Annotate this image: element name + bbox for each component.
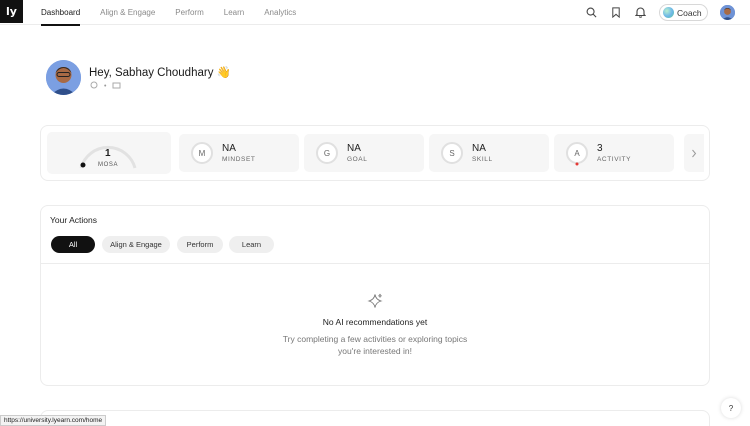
nav-item-dashboard[interactable]: Dashboard: [41, 0, 81, 26]
profile-meta-row: •: [90, 81, 121, 91]
stat-tile-goal[interactable]: G NA GOAL: [304, 134, 424, 172]
activity-label: ACTIVITY: [597, 156, 632, 163]
status-bar-url: https://university.lyearn.com/home: [0, 415, 107, 426]
greeting-text: Hey, Sabhay Choudhary: [89, 67, 214, 79]
filter-chip-perform[interactable]: Perform: [177, 236, 223, 253]
skill-value: NA: [472, 143, 486, 154]
badge-icon: [112, 81, 121, 91]
mindset-value: NA: [222, 143, 236, 154]
mindset-label: MINDSET: [222, 156, 256, 163]
empty-state-text: Try completing a few activities or explo…: [282, 334, 468, 356]
nav-item-align-engage[interactable]: Align & Engage: [100, 0, 155, 25]
mosa-value: 1: [105, 148, 111, 159]
meta-separator-dot: •: [104, 82, 107, 90]
stats-next-button[interactable]: [684, 134, 704, 172]
coach-button[interactable]: Coach: [659, 4, 708, 21]
activity-value: 3: [597, 143, 603, 154]
stat-tile-activity[interactable]: A 3 ACTIVITY: [554, 134, 674, 172]
bookmark-icon[interactable]: [610, 6, 622, 18]
main-nav: Dashboard Align & Engage Perform Learn A…: [41, 0, 316, 26]
mosa-label: MOSA: [98, 162, 119, 168]
chevron-right-icon: [692, 149, 697, 157]
actions-divider: [41, 263, 709, 264]
search-icon[interactable]: [585, 6, 597, 18]
skill-label: SKILL: [472, 156, 493, 163]
goal-label: GOAL: [347, 156, 368, 163]
next-section-card: [40, 410, 710, 426]
sparkle-icon: [367, 293, 383, 309]
nav-item-analytics[interactable]: Analytics: [264, 0, 296, 25]
goal-badge-icon: G: [316, 142, 338, 164]
filter-chip-learn[interactable]: Learn: [229, 236, 274, 253]
filter-chip-align-engage[interactable]: Align & Engage: [102, 236, 170, 253]
nav-item-perform[interactable]: Perform: [175, 0, 203, 25]
top-nav-bar: ly Dashboard Align & Engage Perform Lear…: [0, 0, 750, 26]
bell-icon[interactable]: [634, 6, 646, 18]
stat-tile-skill[interactable]: S NA SKILL: [429, 134, 549, 172]
actions-title: Your Actions: [50, 215, 97, 225]
greeting-title: Hey, Sabhay Choudhary 👋: [89, 65, 231, 79]
activity-progress-dot: [575, 162, 579, 166]
nav-item-learn[interactable]: Learn: [224, 0, 244, 25]
coach-label: Coach: [677, 7, 702, 18]
coach-orb-icon: [663, 7, 674, 18]
streak-icon: [90, 81, 98, 91]
user-avatar[interactable]: [720, 5, 735, 20]
stat-tile-mindset[interactable]: M NA MINDSET: [179, 134, 299, 172]
profile-avatar[interactable]: [46, 60, 81, 95]
empty-state-title: No AI recommendations yet: [322, 317, 428, 327]
mindset-badge-icon: M: [191, 142, 213, 164]
activity-badge-icon: A: [566, 142, 588, 164]
goal-value: NA: [347, 143, 361, 154]
help-button[interactable]: ?: [721, 398, 741, 418]
app-logo[interactable]: ly: [0, 0, 23, 23]
skill-badge-icon: S: [441, 142, 463, 164]
wave-emoji: 👋: [216, 67, 231, 79]
filter-chip-all[interactable]: All: [51, 236, 95, 253]
